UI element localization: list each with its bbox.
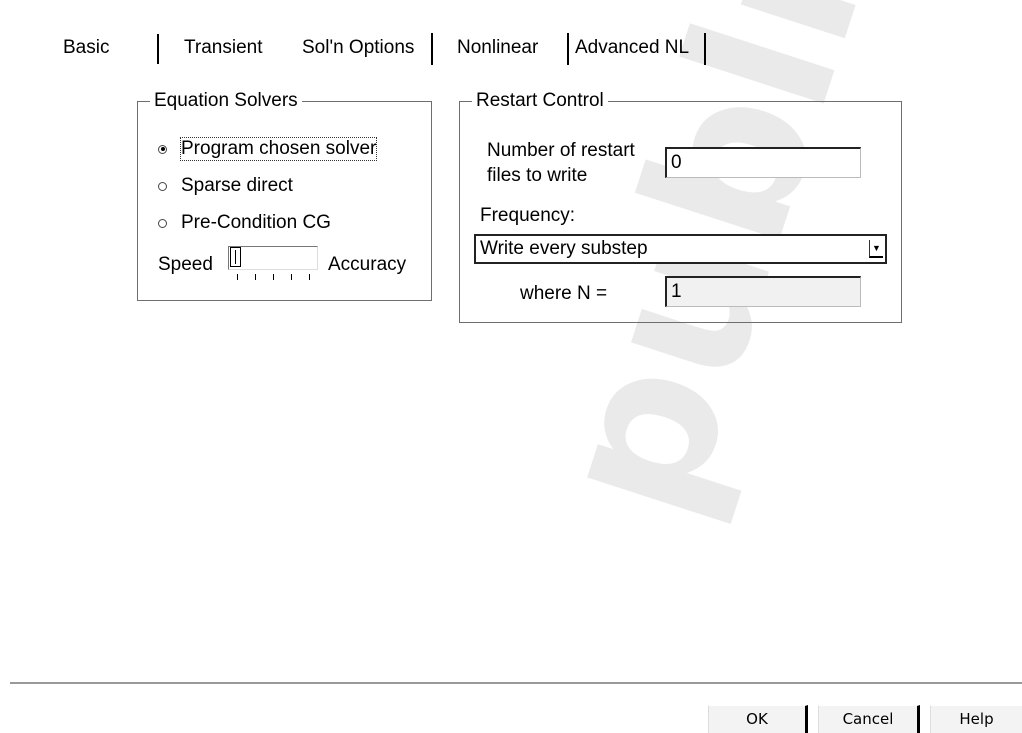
radio-label: Sparse direct bbox=[181, 175, 293, 196]
speed-accuracy-slider[interactable] bbox=[228, 246, 318, 270]
num-restart-files-label: Number of restart bbox=[487, 140, 635, 161]
radio-button[interactable] bbox=[158, 218, 167, 228]
speed-label: Speed bbox=[158, 254, 213, 275]
num-restart-files-input[interactable]: 0 bbox=[665, 147, 861, 178]
cancel-button[interactable]: Cancel bbox=[818, 705, 920, 733]
tab-advanced-nl[interactable]: Advanced NL bbox=[575, 37, 689, 59]
equation-solvers-title: Equation Solvers bbox=[150, 89, 302, 113]
restart-control-group: Restart Control Number of restart files … bbox=[459, 89, 902, 323]
restart-control-title: Restart Control bbox=[472, 89, 608, 113]
tab-nonlinear[interactable]: Nonlinear bbox=[457, 37, 538, 59]
accuracy-label: Accuracy bbox=[328, 254, 407, 275]
radio-program-chosen-solver[interactable]: Program chosen solver bbox=[158, 136, 378, 162]
bottom-divider bbox=[10, 682, 1022, 684]
num-restart-files-label-line2: files to write bbox=[487, 165, 588, 186]
help-button[interactable]: Help bbox=[930, 705, 1022, 733]
radio-label: Pre-Condition CG bbox=[181, 212, 331, 233]
slider-tick bbox=[273, 274, 274, 280]
tab-divider bbox=[704, 33, 706, 65]
chevron-down-icon[interactable]: ▼ bbox=[869, 240, 883, 258]
radio-button[interactable] bbox=[158, 144, 167, 154]
tab-divider bbox=[567, 33, 569, 65]
where-n-label: where N = bbox=[520, 283, 608, 304]
radio-label: Program chosen solver bbox=[179, 137, 378, 161]
slider-tick bbox=[291, 274, 292, 280]
frequency-label: Frequency: bbox=[480, 205, 576, 226]
slider-tick bbox=[237, 274, 238, 280]
tab-soln-options[interactable]: Sol'n Options bbox=[302, 37, 414, 59]
frequency-selected-value: Write every substep bbox=[480, 238, 648, 259]
tab-divider bbox=[431, 33, 433, 65]
radio-button[interactable] bbox=[158, 181, 167, 191]
tab-divider bbox=[157, 34, 159, 64]
radio-sparse-direct[interactable]: Sparse direct bbox=[158, 173, 293, 199]
slider-tick bbox=[255, 274, 256, 280]
tab-basic[interactable]: Basic bbox=[63, 37, 109, 59]
where-n-input[interactable]: 1 bbox=[665, 276, 861, 307]
slider-tick bbox=[309, 274, 310, 280]
tab-transient[interactable]: Transient bbox=[184, 37, 263, 59]
radio-pre-condition-cg[interactable]: Pre-Condition CG bbox=[158, 210, 331, 236]
equation-solvers-group: Equation Solvers Program chosen solver S… bbox=[137, 89, 432, 301]
ok-button[interactable]: OK bbox=[708, 705, 808, 733]
slider-thumb[interactable] bbox=[230, 247, 241, 267]
frequency-select[interactable]: Write every substep ▼ bbox=[474, 234, 887, 264]
